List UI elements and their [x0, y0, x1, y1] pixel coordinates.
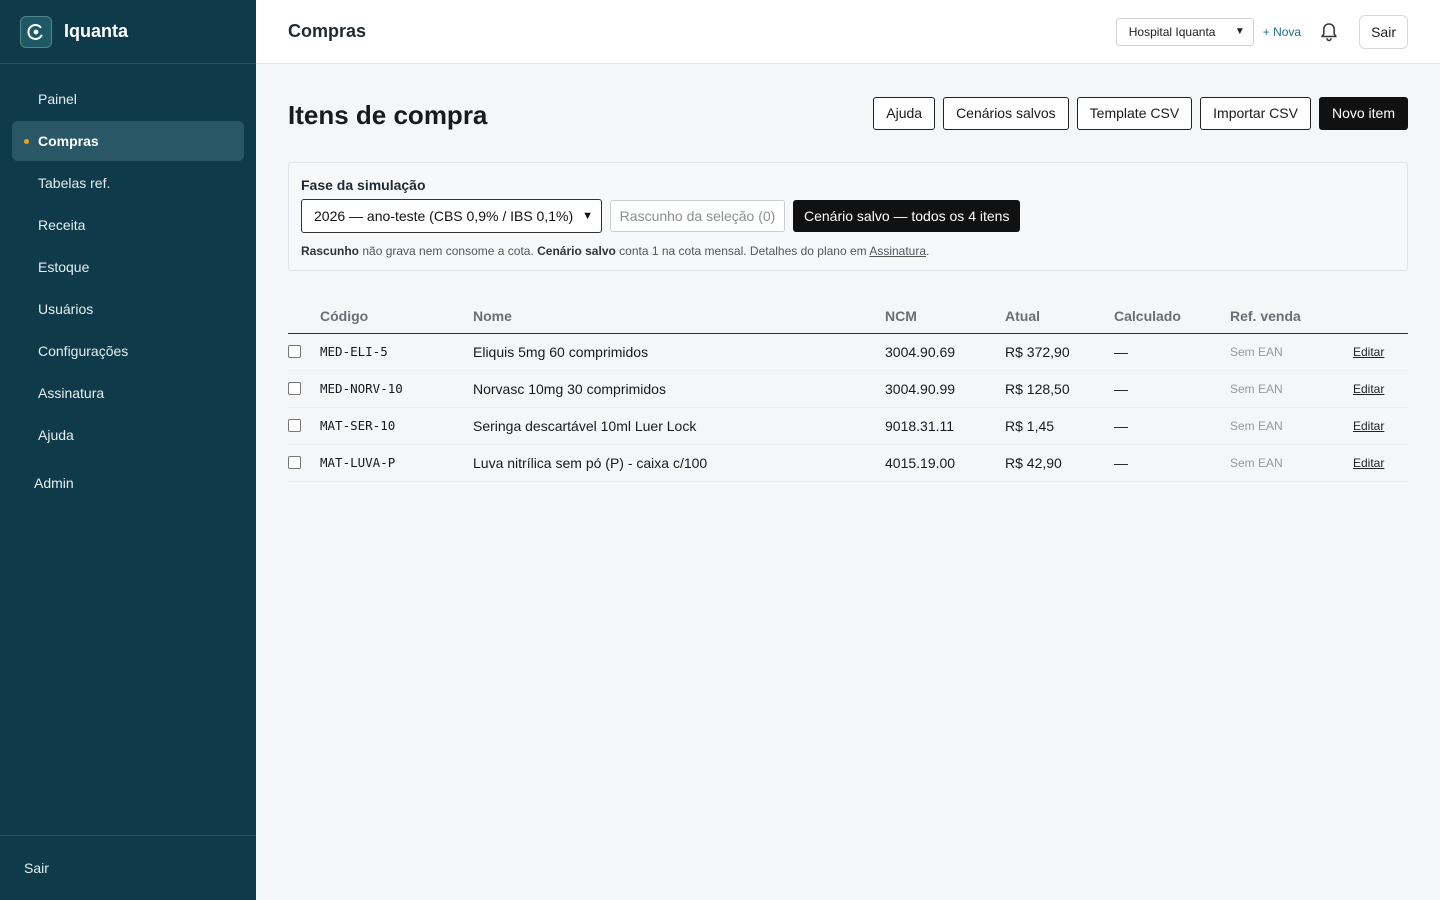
chevron-down-icon: ▼ — [582, 210, 593, 222]
page-heading: Itens de compra — [288, 99, 488, 130]
item-ncm: 9018.31.11 — [885, 407, 1005, 445]
chevron-down-icon: ▼ — [1234, 26, 1245, 37]
page-header: Itens de compra Ajuda Cenários salvos Te… — [288, 64, 1408, 162]
sidebar-item-assinatura[interactable]: Assinatura — [12, 373, 244, 413]
item-name: Seringa descartável 10ml Luer Lock — [473, 407, 885, 445]
actions-column-header — [1353, 299, 1408, 334]
item-current-price: R$ 372,90 — [1005, 333, 1114, 371]
simulation-note: Rascunho não grava nem consome a cota. C… — [301, 244, 1395, 258]
item-code: MAT-LUVA-P — [320, 444, 473, 482]
main-content: Itens de compra Ajuda Cenários salvos Te… — [288, 64, 1408, 482]
note-end: . — [926, 244, 930, 258]
note-text-1: não grava nem consome a cota. — [359, 244, 538, 258]
row-checkbox[interactable] — [288, 344, 301, 358]
edit-link[interactable]: Editar — [1353, 456, 1384, 470]
item-ref-sale: Sem EAN — [1230, 407, 1353, 445]
edit-link[interactable]: Editar — [1353, 382, 1384, 396]
item-current-price: R$ 128,50 — [1005, 370, 1114, 408]
item-name: Luva nitrílica sem pó (P) - caixa c/100 — [473, 444, 885, 482]
sidebar-nav: Painel Compras Tabelas ref. Receita Esto… — [0, 64, 256, 503]
column-header-calculated[interactable]: Calculado — [1114, 299, 1230, 334]
purchase-items-table: Código Nome NCM Atual Calculado Ref. ven… — [288, 299, 1408, 482]
item-ncm: 3004.90.99 — [885, 370, 1005, 408]
subscription-link[interactable]: Assinatura — [869, 244, 926, 258]
simulation-phase-value: 2026 — ano-teste (CBS 0,9% / IBS 0,1%) — [314, 208, 574, 224]
item-calculated: — — [1114, 444, 1230, 482]
item-ncm: 4015.19.00 — [885, 444, 1005, 482]
sidebar-item-ajuda[interactable]: Ajuda — [12, 415, 244, 455]
draft-selection-button[interactable]: Rascunho da seleção (0) — [610, 200, 785, 232]
column-header-ncm[interactable]: NCM — [885, 299, 1005, 334]
sidebar: Iquanta Painel Compras Tabelas ref. Rece… — [0, 0, 256, 900]
column-header-current[interactable]: Atual — [1005, 299, 1114, 334]
note-draft-term: Rascunho — [301, 244, 360, 258]
column-header-code[interactable]: Código — [320, 299, 473, 334]
saved-scenarios-button[interactable]: Cenários salvos — [943, 96, 1069, 130]
help-button[interactable]: Ajuda — [873, 96, 936, 130]
item-calculated: — — [1114, 370, 1230, 408]
table-row: MED-NORV-10 Norvasc 10mg 30 comprimidos … — [288, 370, 1408, 408]
item-name: Norvasc 10mg 30 comprimidos — [473, 370, 885, 408]
item-code: MED-NORV-10 — [320, 370, 473, 408]
bell-icon[interactable] — [1319, 22, 1339, 42]
row-checkbox[interactable] — [288, 418, 301, 432]
table-row: MAT-LUVA-P Luva nitrílica sem pó (P) - c… — [288, 444, 1408, 482]
edit-link[interactable]: Editar — [1353, 345, 1384, 359]
sidebar-item-receita[interactable]: Receita — [12, 205, 244, 245]
item-ref-sale: Sem EAN — [1230, 370, 1353, 408]
sidebar-item-usuarios[interactable]: Usuários — [12, 289, 244, 329]
organization-select-value: Hospital Iquanta — [1128, 24, 1216, 39]
table-row: MED-ELI-5 Eliquis 5mg 60 comprimidos 300… — [288, 333, 1408, 371]
sidebar-item-tabelas-ref[interactable]: Tabelas ref. — [12, 163, 244, 203]
simulation-controls: 2026 — ano-teste (CBS 0,9% / IBS 0,1%) ▼… — [301, 199, 1395, 233]
note-text-2: conta 1 na cota mensal. Detalhes do plan… — [615, 244, 870, 258]
item-calculated: — — [1114, 333, 1230, 371]
select-column-header — [288, 299, 320, 334]
table-row: MAT-SER-10 Seringa descartável 10ml Luer… — [288, 407, 1408, 445]
item-ref-sale: Sem EAN — [1230, 444, 1353, 482]
sidebar-logout[interactable]: Sair — [0, 835, 256, 900]
row-checkbox[interactable] — [288, 381, 301, 395]
topbar-actions: Hospital Iquanta ▼ + Nova Sair — [1115, 14, 1408, 49]
item-current-price: R$ 1,45 — [1005, 407, 1114, 445]
page-title: Compras — [288, 21, 367, 41]
sidebar-item-painel[interactable]: Painel — [12, 79, 244, 119]
simulation-panel: Fase da simulação 2026 — ano-teste (CBS … — [288, 162, 1408, 271]
column-header-name[interactable]: Nome — [473, 299, 885, 334]
sidebar-item-compras[interactable]: Compras — [12, 121, 244, 161]
column-header-ref-sale[interactable]: Ref. venda — [1230, 299, 1353, 334]
saved-scenario-button[interactable]: Cenário salvo — todos os 4 itens — [793, 200, 1021, 232]
item-code: MED-ELI-5 — [320, 333, 473, 371]
iquanta-logo-icon — [20, 15, 52, 48]
sidebar-item-estoque[interactable]: Estoque — [12, 247, 244, 287]
logout-button[interactable]: Sair — [1359, 14, 1408, 49]
item-ref-sale: Sem EAN — [1230, 333, 1353, 371]
sidebar-item-configuracoes[interactable]: Configurações — [12, 331, 244, 371]
page-actions: Ajuda Cenários salvos Template CSV Impor… — [873, 96, 1408, 130]
item-calculated: — — [1114, 407, 1230, 445]
row-checkbox[interactable] — [288, 455, 301, 469]
new-organization-link[interactable]: + Nova — [1263, 25, 1301, 39]
simulation-phase-select[interactable]: 2026 — ano-teste (CBS 0,9% / IBS 0,1%) ▼ — [301, 199, 602, 233]
table-header-row: Código Nome NCM Atual Calculado Ref. ven… — [288, 299, 1408, 334]
import-csv-button[interactable]: Importar CSV — [1200, 96, 1311, 130]
simulation-phase-label: Fase da simulação — [301, 177, 426, 193]
brand[interactable]: Iquanta — [0, 0, 256, 64]
note-saved-term: Cenário salvo — [537, 244, 616, 258]
sidebar-item-admin[interactable]: Admin — [12, 463, 244, 503]
item-ncm: 3004.90.69 — [885, 333, 1005, 371]
item-name: Eliquis 5mg 60 comprimidos — [473, 333, 885, 371]
item-current-price: R$ 42,90 — [1005, 444, 1114, 482]
item-code: MAT-SER-10 — [320, 407, 473, 445]
topbar: Compras Hospital Iquanta ▼ + Nova Sair — [256, 0, 1440, 64]
app-name: Iquanta — [64, 21, 129, 41]
edit-link[interactable]: Editar — [1353, 419, 1384, 433]
new-item-button[interactable]: Novo item — [1318, 96, 1408, 130]
template-csv-button[interactable]: Template CSV — [1076, 96, 1193, 130]
organization-select[interactable]: Hospital Iquanta ▼ — [1115, 17, 1254, 46]
